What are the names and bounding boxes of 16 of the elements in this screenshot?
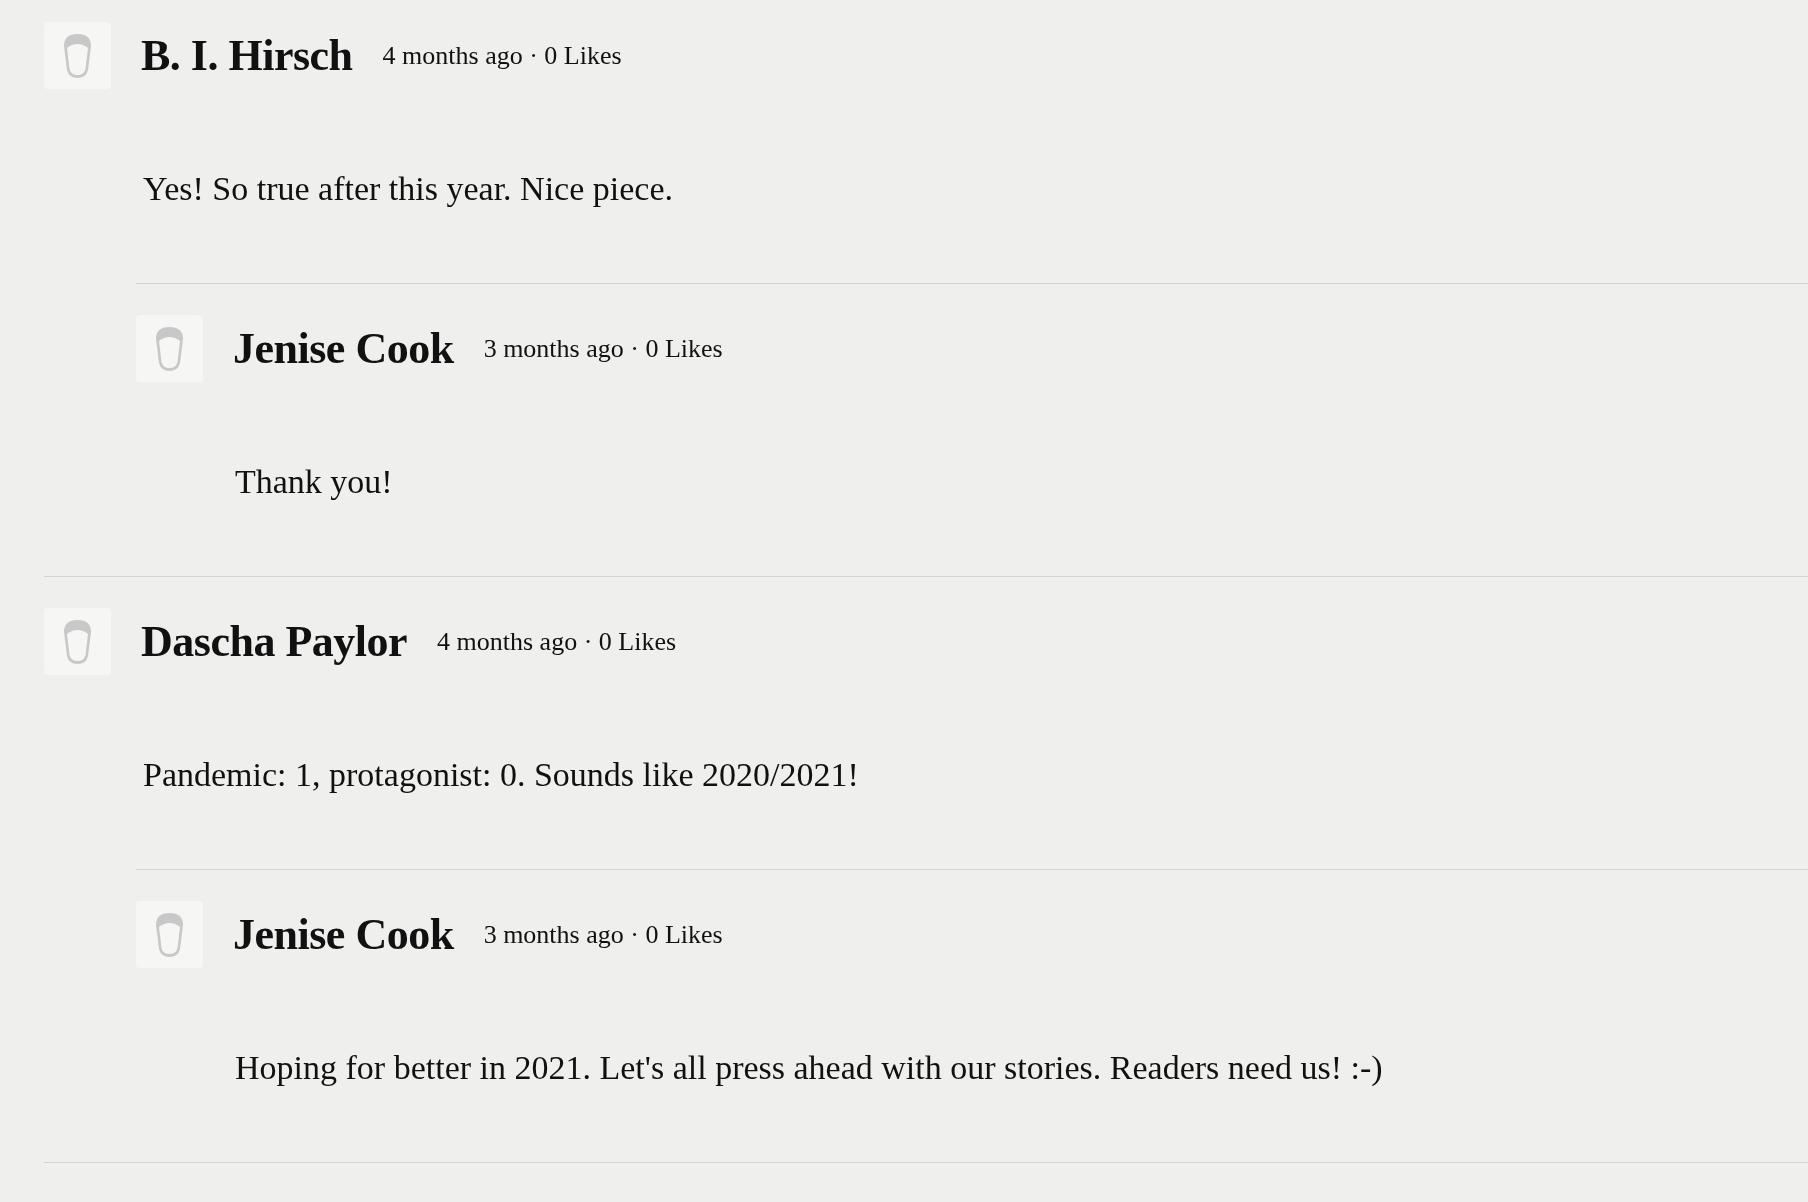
comment-meta: 4 months ago · 0 Likes — [382, 40, 622, 71]
comment-text: Hoping for better in 2021. Let's all press ahead with our stories. Readers need us! :-) — [235, 1048, 1384, 1088]
author-name[interactable]: Jenise Cook — [233, 323, 454, 374]
comment-meta: 3 months ago · 0 Likes — [483, 333, 723, 364]
comment-meta: 3 months ago · 0 Likes — [483, 919, 723, 950]
avatar-icon — [136, 901, 203, 968]
avatar-icon — [44, 608, 111, 675]
author-name[interactable]: Dascha Paylor — [141, 616, 408, 667]
comment-text: Pandemic: 1, protagonist: 0. Sounds like 2020/2021! — [143, 755, 860, 795]
author-name[interactable]: Jenise Cook — [233, 909, 454, 960]
author-name[interactable]: B. I. Hirsch — [141, 30, 353, 81]
avatar-icon — [44, 22, 111, 89]
avatar-icon — [136, 315, 203, 382]
comment-meta: 4 months ago · 0 Likes — [437, 626, 677, 657]
comment-text: Thank you! — [235, 462, 394, 502]
comment-text: Yes! So true after this year. Nice piece. — [143, 169, 674, 209]
